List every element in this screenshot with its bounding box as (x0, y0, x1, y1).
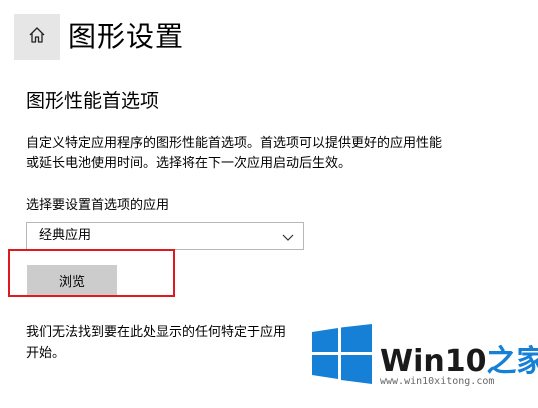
section-title: 图形性能首选项 (26, 90, 160, 112)
home-button[interactable] (14, 14, 60, 60)
description: 自定义特定应用程序的图形性能首选项。首选项可以提供更好的应用性能 或延长电池使用… (26, 134, 516, 174)
description-line: 自定义特定应用程序的图形性能首选项。首选项可以提供更好的应用性能 (26, 136, 443, 151)
description-line: 或延长电池使用时间。选择将在下一次应用启动后生效。 (26, 156, 352, 171)
watermark-brand: Win10之家 (380, 336, 538, 380)
page-title: 图形设置 (68, 20, 185, 53)
watermark-brand-main: Win10 (380, 344, 487, 379)
watermark-url: www.win10xitong.com (380, 376, 495, 387)
choose-app-label: 选择要设置首选项的应用 (26, 198, 170, 213)
watermark-brand-accent: 之家 (486, 344, 538, 379)
chevron-down-icon (281, 229, 295, 243)
watermark: Win10之家 www.win10xitong.com (300, 300, 538, 408)
app-type-dropdown[interactable]: 经典应用 (26, 222, 304, 250)
highlight-annotation-box (8, 249, 175, 297)
dropdown-selected-value: 经典应用 (39, 228, 92, 243)
windows-logo-icon (310, 324, 374, 388)
notice-line: 我们无法找到要在此处显示的任何特定于应用 (26, 325, 287, 340)
home-icon (27, 25, 47, 49)
notice-line: 开始。 (26, 346, 66, 361)
no-apps-notice: 我们无法找到要在此处显示的任何特定于应用 开始。 (26, 322, 316, 364)
